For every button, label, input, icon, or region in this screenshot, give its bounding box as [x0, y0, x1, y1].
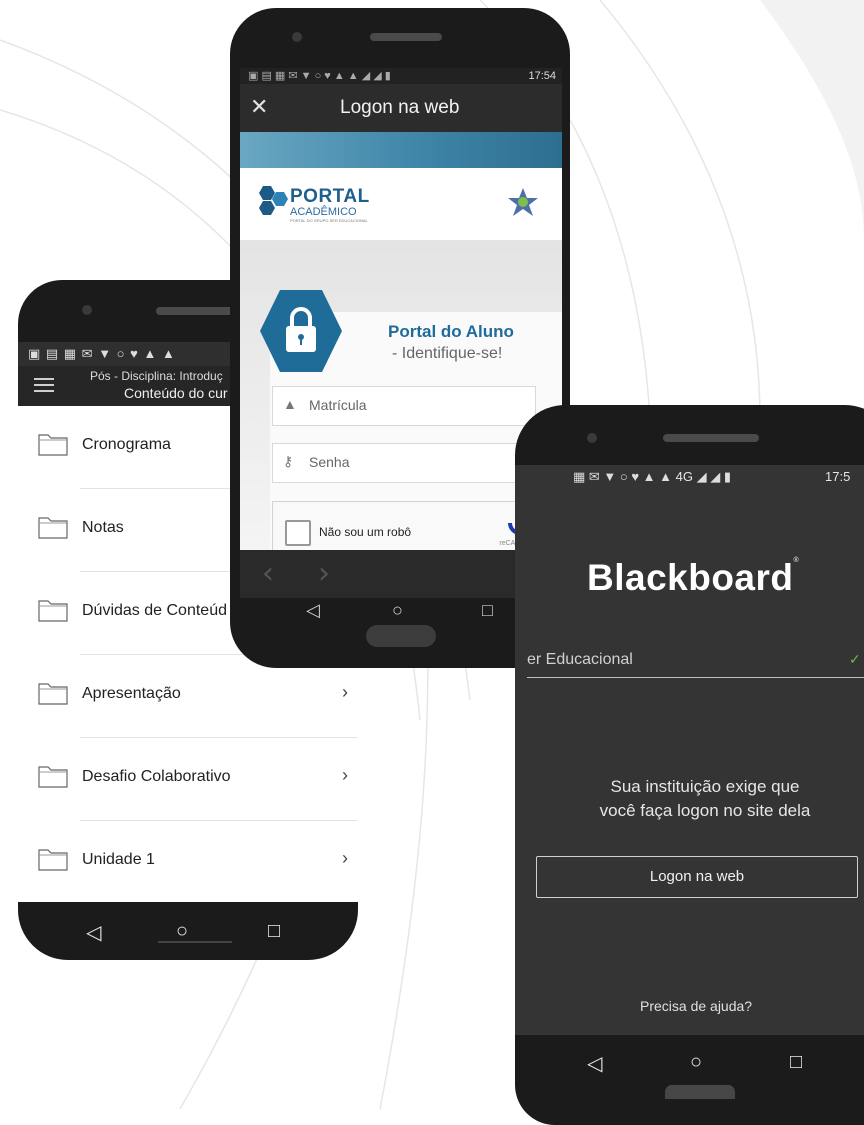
list-item[interactable]: Desafio Colaborativo ›: [18, 738, 358, 821]
folder-icon: [38, 517, 68, 539]
blackboard-logo: Blackboard®: [587, 557, 800, 598]
chevron-right-icon: ›: [342, 682, 348, 702]
phone-camera: [587, 433, 597, 443]
phone-camera: [292, 32, 302, 42]
institution-underline: [527, 677, 864, 678]
matricula-field[interactable]: ▲ Matrícula: [272, 386, 536, 426]
message-line-2: você faça logon no site dela: [599, 801, 811, 820]
message-line-1: Sua instituição exige que: [610, 777, 800, 796]
captcha-label: Não sou um robô: [319, 525, 412, 539]
home-button[interactable]: [366, 625, 436, 647]
android-nav-bar: ◁ ○ □: [18, 902, 358, 960]
list-item-label: Apresentação: [82, 685, 181, 702]
home-icon[interactable]: ○: [690, 1051, 702, 1074]
login-area: Portal do Aluno - Identifique-se! ▲ Matr…: [240, 240, 562, 555]
folder-icon: [38, 600, 68, 622]
folder-icon: [38, 683, 68, 705]
logo-text-academico: ACADÊMICO: [290, 206, 357, 218]
status-time: 17:54: [528, 70, 556, 82]
check-icon: ✓: [849, 651, 861, 667]
portal-banner: [240, 132, 562, 168]
phone-speaker: [663, 434, 759, 442]
matricula-placeholder: Matrícula: [309, 397, 367, 413]
portal-subtitle: - Identifique-se!: [392, 345, 503, 362]
browser-forward-icon[interactable]: ›: [318, 556, 330, 591]
lock-icon: [260, 290, 342, 372]
web-title: Logon na web: [340, 97, 460, 118]
recents-icon[interactable]: □: [790, 1051, 802, 1074]
logo-text-portal: PORTAL: [290, 186, 370, 207]
senha-placeholder: Senha: [309, 454, 350, 470]
web-title-bar: ✕ Logon na web: [240, 84, 562, 132]
help-link[interactable]: Precisa de ajuda?: [640, 998, 752, 1014]
list-item-label: Dúvidas de Conteúd: [82, 602, 227, 619]
recents-icon[interactable]: □: [482, 600, 493, 621]
network-type: 4G: [675, 469, 693, 484]
status-bar: ▣ ▤ ▦ ✉ ▼ ○ ♥ ▲ ▲ ◢ ◢ ▮ 17:54: [240, 68, 562, 84]
list-item-label: Desafio Colaborativo: [82, 768, 231, 785]
folder-icon: [38, 849, 68, 871]
blackboard-screen: ▦ ✉ ▼ ○ ♥ ▲ ▲ 4G ◢ ◢ ▮ 17:5 Blackboard® …: [515, 465, 864, 1035]
home-indicator: [158, 941, 232, 943]
course-subtitle: Conteúdo do cur: [124, 385, 228, 401]
captcha-checkbox[interactable]: [285, 520, 311, 546]
back-icon[interactable]: ◁: [306, 600, 320, 621]
folder-icon: [38, 434, 68, 456]
web-logon-screen: ▣ ▤ ▦ ✉ ▼ ○ ♥ ▲ ▲ ◢ ◢ ▮ 17:54 ✕ Logon na…: [240, 68, 562, 598]
close-icon[interactable]: ✕: [250, 94, 268, 120]
menu-icon[interactable]: [34, 374, 54, 396]
recaptcha-widget: Não sou um robô reCAPTCHA: [272, 501, 548, 555]
folder-icon: [38, 766, 68, 788]
status-time: 17:5: [825, 469, 851, 484]
back-icon[interactable]: ◁: [587, 1051, 602, 1076]
home-icon[interactable]: ○: [392, 600, 403, 621]
chevron-right-icon: ›: [342, 765, 348, 785]
phone-speaker: [370, 33, 442, 41]
logon-web-button[interactable]: Logon na web: [536, 856, 858, 898]
key-icon: ⚷: [283, 453, 294, 469]
home-icon[interactable]: ○: [176, 920, 188, 943]
portal-title: Portal do Aluno: [388, 322, 514, 341]
browser-back-icon[interactable]: ‹: [262, 556, 274, 591]
chevron-right-icon: ›: [342, 848, 348, 868]
logo-tagline: PORTAL DO GRUPO SER EDUCACIONAL: [290, 218, 368, 223]
list-item-label: Unidade 1: [82, 851, 155, 868]
brand-name: Blackboard: [587, 557, 794, 598]
institution-field[interactable]: er Educacional: [527, 651, 633, 669]
home-indicator: [665, 1085, 735, 1099]
list-item[interactable]: Unidade 1 ›: [18, 821, 358, 902]
browser-toolbar: ‹ › ↻: [240, 550, 562, 598]
phone-camera: [82, 305, 92, 315]
back-icon[interactable]: ◁: [86, 920, 101, 945]
status-bar: ▦ ✉ ▼ ○ ♥ ▲ ▲ 4G ◢ ◢ ▮ 17:5: [515, 465, 864, 489]
list-item-label: Cronograma: [82, 436, 171, 453]
course-title: Pós - Disciplina: Introduç: [90, 369, 223, 383]
list-item-label: Notas: [82, 519, 124, 536]
phone-blackboard: ▦ ✉ ▼ ○ ♥ ▲ ▲ 4G ◢ ◢ ▮ 17:5 Blackboard® …: [515, 405, 864, 1125]
portal-header: PORTAL ACADÊMICO PORTAL DO GRUPO SER EDU…: [240, 168, 562, 240]
recents-icon[interactable]: □: [268, 920, 280, 943]
phone-speaker: [156, 307, 236, 315]
status-icons: ▣ ▤ ▦ ✉ ▼ ○ ♥ ▲ ▲: [28, 346, 176, 361]
star-logo-icon: [508, 188, 538, 216]
senha-field[interactable]: ⚷ Senha: [272, 443, 536, 483]
portal-logo-icon: [259, 186, 288, 215]
user-icon: ▲: [283, 396, 297, 412]
